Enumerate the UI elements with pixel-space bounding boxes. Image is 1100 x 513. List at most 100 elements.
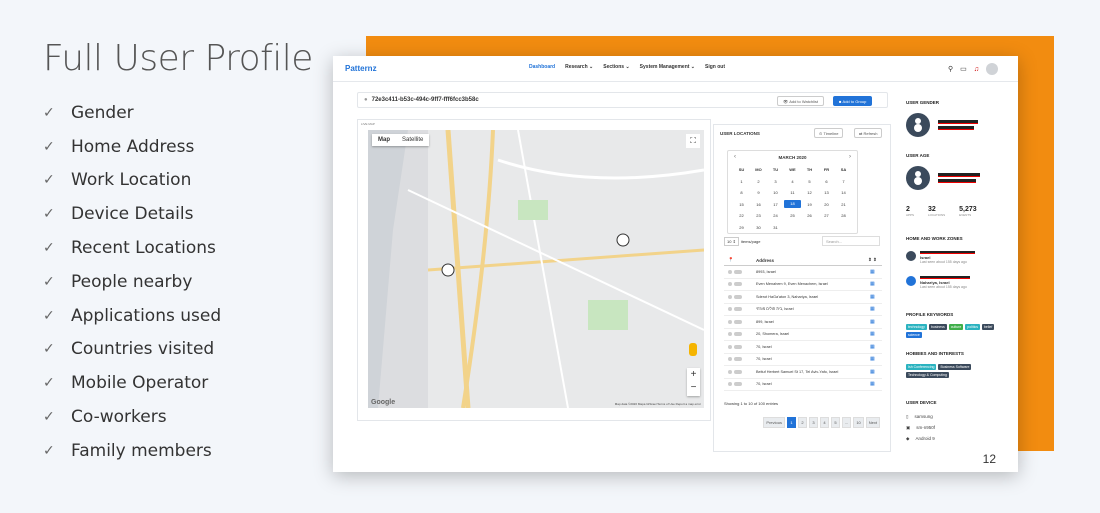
tag-chip[interactable]: technology <box>906 324 927 330</box>
table-row[interactable]: 20, Shomera, Israel ▦ <box>724 329 882 341</box>
calendar-icon[interactable]: ▦ <box>870 369 882 375</box>
row-toggle[interactable] <box>734 357 742 362</box>
calendar-day[interactable]: 21 <box>835 202 852 207</box>
tag-chip[interactable]: science <box>906 332 922 338</box>
table-row[interactable]: 70, Israel ▦ <box>724 341 882 354</box>
calendar-day[interactable]: 16 <box>750 202 767 207</box>
row-toggle[interactable] <box>734 307 742 312</box>
calendar-day[interactable]: 8 <box>733 190 750 195</box>
calendar-day[interactable]: 25 <box>784 213 801 218</box>
table-row[interactable]: 8993, Israel ▦ <box>724 266 882 279</box>
zoom-out-icon[interactable]: − <box>687 381 700 394</box>
page-button[interactable]: 3 <box>808 417 818 428</box>
search-input[interactable]: Search... <box>822 236 880 246</box>
calendar-day[interactable]: 30 <box>750 225 767 230</box>
calendar-day[interactable]: 20 <box>818 202 835 207</box>
map-view[interactable]: Map Satellite ⛶ + − Google Map data ©202… <box>368 130 704 408</box>
table-row[interactable]: Sderot HaGa'aton 3, Nahariya, Israel ▦ <box>724 291 882 304</box>
calendar-day[interactable]: 1 <box>733 179 750 184</box>
tab-map[interactable]: Map <box>372 134 396 146</box>
map-attribution[interactable]: Map data ©2020 Mapa GISrael Terms of Use… <box>615 402 701 406</box>
calendar-day[interactable]: 14 <box>835 190 852 195</box>
page-button[interactable]: 10 <box>853 417 864 428</box>
calendar-icon[interactable]: ▦ <box>870 381 882 387</box>
nav-sign-out[interactable]: Sign out <box>705 64 725 70</box>
calendar-icon[interactable]: ▦ <box>870 294 882 300</box>
page-button[interactable]: 4 <box>819 417 829 428</box>
row-toggle[interactable] <box>734 269 742 274</box>
chat-icon[interactable]: ▭ <box>960 65 967 73</box>
tag-chip[interactable]: culture <box>948 324 964 330</box>
nav-dashboard[interactable]: Dashboard <box>529 64 555 70</box>
calendar-day[interactable]: 2 <box>750 179 767 184</box>
tag-chip[interactable]: Ish Conferencing <box>906 364 937 370</box>
calendar-day[interactable]: 10 <box>767 190 784 195</box>
tag-chip[interactable]: belief <box>981 324 995 330</box>
calendar-day[interactable]: 31 <box>767 225 784 230</box>
calendar-day[interactable]: 18 <box>784 200 801 209</box>
zoom-in-icon[interactable]: + <box>687 368 700 381</box>
app-logo[interactable]: Patternz <box>345 64 377 73</box>
calendar-day[interactable]: 3 <box>767 179 784 184</box>
next-month-icon[interactable]: › <box>849 154 851 160</box>
page-button[interactable]: ... <box>841 417 852 428</box>
page-button[interactable]: 5 <box>830 417 840 428</box>
row-toggle[interactable] <box>734 294 742 299</box>
calendar-day[interactable]: 24 <box>767 213 784 218</box>
table-row[interactable]: 70, Israel ▦ <box>724 354 882 366</box>
row-toggle[interactable] <box>734 319 742 324</box>
calendar-day[interactable]: 29 <box>733 225 750 230</box>
page-button[interactable]: Previous <box>763 417 785 428</box>
calendar-day[interactable]: 15 <box>733 202 750 207</box>
row-toggle[interactable] <box>734 344 742 349</box>
tag-chip[interactable]: business <box>928 324 947 330</box>
table-row[interactable]: Beituf Herbert Samuel St 17, Tel Aviv-Ya… <box>724 366 882 379</box>
sort-icon[interactable]: ⇕ ⇕ <box>868 257 882 263</box>
calendar-day[interactable]: 4 <box>784 179 801 184</box>
table-row[interactable]: 899, Israel ▦ <box>724 316 882 329</box>
calendar-day[interactable]: 5 <box>801 179 818 184</box>
calendar-day[interactable]: 23 <box>750 213 767 218</box>
page-button[interactable]: 2 <box>797 417 807 428</box>
calendar-day[interactable]: 26 <box>801 213 818 218</box>
row-toggle[interactable] <box>734 282 742 287</box>
tag-chip[interactable]: Technology & Computing <box>906 372 949 378</box>
avatar[interactable] <box>986 63 998 75</box>
nav-system-management[interactable]: System Management ⌄ <box>640 64 695 70</box>
tag-chip[interactable]: Business Software <box>938 364 972 370</box>
zone-work[interactable]: Nahariya, Israel Last seen about 155 days… <box>906 276 1016 289</box>
calendar-icon[interactable]: ▦ <box>870 331 882 337</box>
calendar-day[interactable]: 28 <box>835 213 852 218</box>
calendar-day[interactable]: 12 <box>801 190 818 195</box>
zone-home[interactable]: Israel Last seen about 155 days ago <box>906 251 1016 264</box>
fullscreen-icon[interactable]: ⛶ <box>686 134 700 148</box>
col-address[interactable]: Address <box>756 258 868 263</box>
search-icon[interactable]: ⚲ <box>948 65 953 73</box>
row-toggle[interactable] <box>734 369 742 374</box>
calendar-icon[interactable]: ▦ <box>870 306 882 312</box>
bell-icon[interactable]: ♫ <box>974 66 979 73</box>
add-to-watchlist-button[interactable]: 👁 Add to Watchlist <box>777 96 824 106</box>
calendar-icon[interactable]: ▦ <box>870 356 882 362</box>
calendar-icon[interactable]: ▦ <box>870 281 882 287</box>
nav-research[interactable]: Research ⌄ <box>565 64 593 70</box>
calendar-day[interactable]: 17 <box>767 202 784 207</box>
calendar-icon[interactable]: ▦ <box>870 344 882 350</box>
page-button[interactable]: 1 <box>786 417 796 428</box>
calendar-day[interactable]: 19 <box>801 202 818 207</box>
tag-chip[interactable]: politics <box>965 324 980 330</box>
calendar-day[interactable]: 11 <box>784 190 801 195</box>
calendar-day[interactable]: 13 <box>818 190 835 195</box>
calendar-day[interactable]: 27 <box>818 213 835 218</box>
page-button[interactable]: Next <box>865 417 880 428</box>
street-view-icon[interactable] <box>689 343 697 356</box>
calendar-icon[interactable]: ▦ <box>870 319 882 325</box>
per-page-select[interactable]: 10 ⇕ <box>724 237 739 246</box>
calendar-icon[interactable]: ▦ <box>870 269 882 275</box>
calendar-day[interactable]: 6 <box>818 179 835 184</box>
calendar-day[interactable]: 22 <box>733 213 750 218</box>
tab-satellite[interactable]: Satellite <box>396 134 429 146</box>
row-toggle[interactable] <box>734 332 742 337</box>
table-row[interactable]: בית חולים מזרחי, Israel ▦ <box>724 304 882 316</box>
calendar-day[interactable]: 7 <box>835 179 852 184</box>
